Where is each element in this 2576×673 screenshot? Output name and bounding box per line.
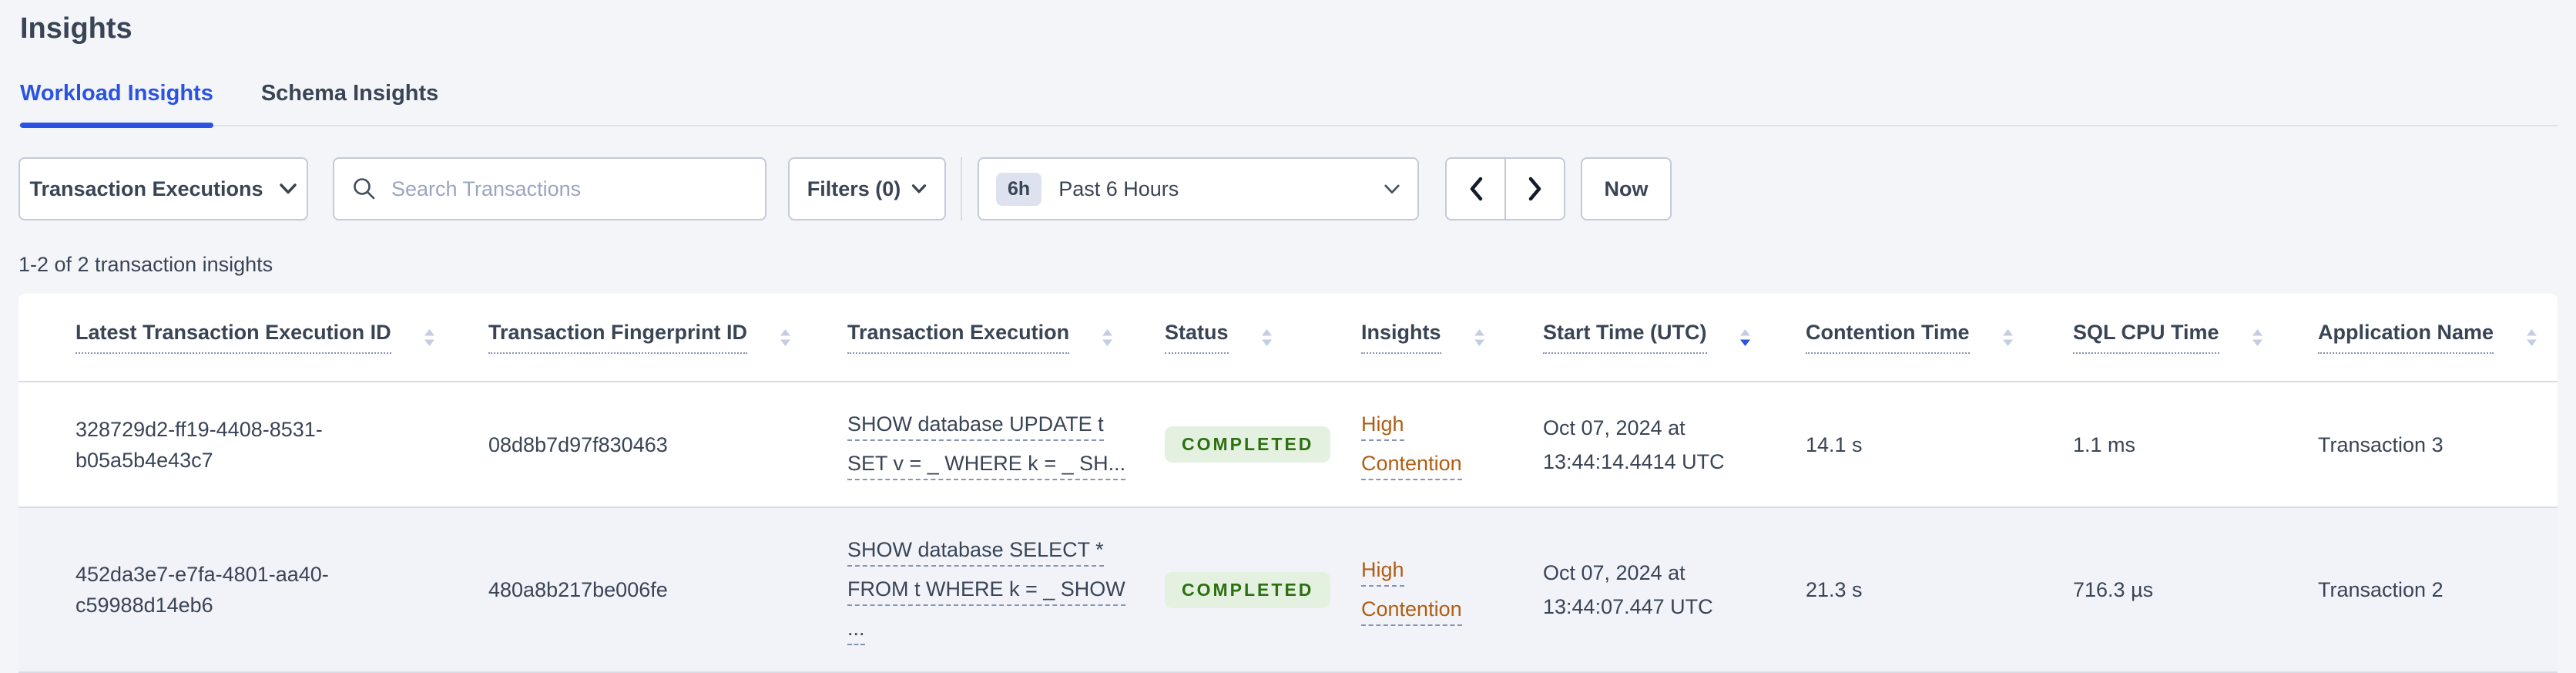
column-header-label: Insights bbox=[1361, 321, 1441, 354]
application-name-cell: Transaction 3 bbox=[2318, 382, 2558, 508]
filters-dropdown[interactable]: Filters (0) bbox=[788, 157, 946, 220]
contention-time-cell: 14.1 s bbox=[1806, 382, 2073, 508]
insights-table: Latest Transaction Execution ID Transact… bbox=[18, 294, 2558, 673]
column-header-label: Status bbox=[1165, 321, 1229, 354]
insight-link[interactable]: High bbox=[1361, 554, 1404, 587]
search-box bbox=[333, 157, 766, 220]
time-range-arrows bbox=[1445, 157, 1565, 220]
sort-icon[interactable] bbox=[1261, 328, 1273, 347]
column-header-transaction-fingerprint-id: Transaction Fingerprint ID bbox=[488, 294, 847, 382]
sort-icon[interactable] bbox=[1102, 328, 1113, 347]
status-badge: COMPLETED bbox=[1165, 426, 1331, 463]
transaction-execution-cell: SHOW database SELECT * FROM t WHERE k = _… bbox=[847, 507, 1165, 673]
divider bbox=[961, 157, 962, 220]
now-button[interactable]: Now bbox=[1581, 157, 1672, 220]
column-header-status: Status bbox=[1165, 294, 1361, 382]
transaction-execution-link[interactable]: FROM t WHERE k = _ SHOW bbox=[847, 574, 1125, 606]
column-header-application-name: Application Name bbox=[2318, 294, 2558, 382]
column-header-label: Transaction Fingerprint ID bbox=[488, 321, 748, 354]
application-name-cell: Transaction 2 bbox=[2318, 507, 2558, 673]
sort-icon[interactable] bbox=[1739, 328, 1751, 347]
transaction-execution-link[interactable]: SHOW database UPDATE t bbox=[847, 409, 1104, 441]
sort-icon[interactable] bbox=[780, 328, 791, 347]
chevron-right-icon bbox=[1528, 177, 1541, 201]
start-time-cell: Oct 07, 2024 at 13:44:07.447 UTC bbox=[1543, 507, 1806, 673]
search-icon bbox=[354, 178, 375, 200]
time-range-label: Past 6 Hours bbox=[1058, 177, 1179, 200]
tab-bar: Workload Insights Schema Insights bbox=[18, 81, 2558, 128]
time-next-button[interactable] bbox=[1505, 157, 1565, 220]
column-header-label: Start Time (UTC) bbox=[1543, 321, 1707, 354]
status-cell: COMPLETED bbox=[1165, 382, 1361, 508]
column-sort-control[interactable]: Start Time (UTC) bbox=[1543, 321, 1787, 354]
table-row[interactable]: 452da3e7-e7fa-4801-aa40- c59988d14eb6 480… bbox=[18, 507, 2558, 673]
chevron-down-icon bbox=[1384, 184, 1400, 193]
tab-schema-insights[interactable]: Schema Insights bbox=[261, 81, 438, 125]
column-sort-control[interactable]: Contention Time bbox=[1806, 321, 2054, 354]
column-sort-control[interactable]: Insights bbox=[1361, 321, 1524, 354]
table-header-row: Latest Transaction Execution ID Transact… bbox=[18, 294, 2558, 382]
transaction-execution-link[interactable]: ... bbox=[847, 613, 865, 645]
column-header-label: Transaction Execution bbox=[847, 321, 1070, 354]
column-sort-control[interactable]: SQL CPU Time bbox=[2073, 321, 2299, 354]
sql-cpu-time-cell: 716.3 µs bbox=[2073, 507, 2318, 673]
latest-transaction-execution-id-cell: 328729d2-ff19-4408-8531- b05a5b4e43c7 bbox=[18, 382, 488, 508]
filters-label: Filters (0) bbox=[807, 177, 901, 200]
sort-icon[interactable] bbox=[2252, 328, 2263, 347]
column-sort-control[interactable]: Application Name bbox=[2318, 321, 2539, 354]
page-title: Insights bbox=[20, 12, 132, 45]
latest-transaction-execution-id-cell: 452da3e7-e7fa-4801-aa40- c59988d14eb6 bbox=[18, 507, 488, 673]
tab-workload-insights[interactable]: Workload Insights bbox=[20, 81, 213, 128]
insight-link[interactable]: High bbox=[1361, 409, 1404, 441]
column-sort-control[interactable]: Transaction Execution bbox=[847, 321, 1146, 354]
chevron-down-icon bbox=[279, 183, 297, 194]
insights-page: Insights Workload Insights Schema Insigh… bbox=[0, 12, 2576, 673]
transaction-execution-cell: SHOW database UPDATE t SET v = _ WHERE k … bbox=[847, 382, 1165, 508]
sort-icon[interactable] bbox=[2526, 328, 2537, 347]
insight-link[interactable]: Contention bbox=[1361, 594, 1462, 626]
column-header-label: Contention Time bbox=[1806, 321, 1970, 354]
transaction-execution-link[interactable]: SET v = _ WHERE k = _ SH... bbox=[847, 448, 1126, 480]
report-type-label: Transaction Executions bbox=[29, 177, 263, 200]
transaction-execution-link[interactable]: SHOW database SELECT * bbox=[847, 534, 1104, 567]
time-prev-button[interactable] bbox=[1445, 157, 1505, 220]
report-type-dropdown[interactable]: Transaction Executions bbox=[18, 157, 308, 220]
column-header-sql-cpu-time: SQL CPU Time bbox=[2073, 294, 2318, 382]
column-header-latest-transaction-execution-id: Latest Transaction Execution ID bbox=[18, 294, 488, 382]
insights-cell: High Contention bbox=[1361, 507, 1543, 673]
status-badge: COMPLETED bbox=[1165, 571, 1331, 608]
controls-bar: Transaction Executions Filters (0) 6h Pa… bbox=[18, 157, 2558, 220]
column-header-transaction-execution: Transaction Execution bbox=[847, 294, 1165, 382]
table-row[interactable]: 328729d2-ff19-4408-8531- b05a5b4e43c7 08d… bbox=[18, 382, 2558, 508]
sort-icon[interactable] bbox=[2002, 328, 2014, 347]
time-range-picker[interactable]: 6h Past 6 Hours bbox=[978, 157, 1419, 220]
column-header-insights: Insights bbox=[1361, 294, 1543, 382]
column-sort-control[interactable]: Latest Transaction Execution ID bbox=[75, 321, 470, 354]
chevron-left-icon bbox=[1470, 177, 1482, 201]
insight-link[interactable]: Contention bbox=[1361, 448, 1462, 480]
sql-cpu-time-cell: 1.1 ms bbox=[2073, 382, 2318, 508]
status-cell: COMPLETED bbox=[1165, 507, 1361, 673]
column-sort-control[interactable]: Status bbox=[1165, 321, 1343, 354]
chevron-down-icon bbox=[912, 184, 927, 193]
time-range-badge: 6h bbox=[996, 172, 1042, 206]
results-count: 1-2 of 2 transaction insights bbox=[18, 253, 273, 276]
column-header-start-time-utc: Start Time (UTC) bbox=[1543, 294, 1806, 382]
column-sort-control[interactable]: Transaction Fingerprint ID bbox=[488, 321, 829, 354]
start-time-cell: Oct 07, 2024 at 13:44:14.4414 UTC bbox=[1543, 382, 1806, 508]
contention-time-cell: 21.3 s bbox=[1806, 507, 2073, 673]
sort-icon[interactable] bbox=[1474, 328, 1485, 347]
transaction-fingerprint-id-cell: 08d8b7d97f830463 bbox=[488, 382, 847, 508]
column-header-label: Latest Transaction Execution ID bbox=[75, 321, 391, 354]
sort-icon[interactable] bbox=[424, 328, 435, 347]
column-header-contention-time: Contention Time bbox=[1806, 294, 2073, 382]
search-input[interactable] bbox=[390, 176, 748, 202]
column-header-label: SQL CPU Time bbox=[2073, 321, 2219, 354]
column-header-label: Application Name bbox=[2318, 321, 2494, 354]
insights-cell: High Contention bbox=[1361, 382, 1543, 508]
insights-table-card: Latest Transaction Execution ID Transact… bbox=[18, 294, 2558, 673]
transaction-fingerprint-id-cell: 480a8b217be006fe bbox=[488, 507, 847, 673]
